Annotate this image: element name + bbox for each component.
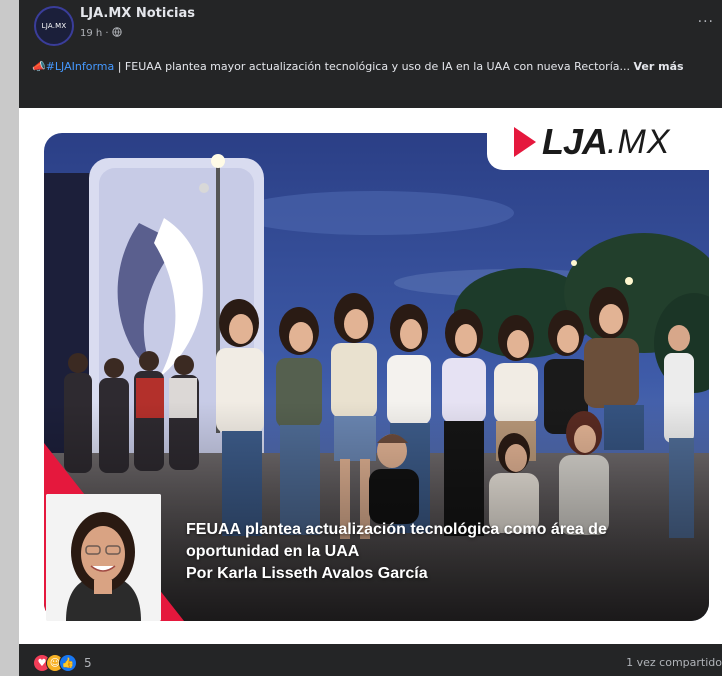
like-reaction-icon: 👍 <box>59 654 77 672</box>
logo-chevron-icon <box>514 127 536 157</box>
lja-logo: LJA .MX <box>514 121 671 162</box>
post-time[interactable]: 19 h <box>80 28 102 39</box>
see-more-link[interactable]: Ver más <box>633 60 683 73</box>
post-header: LJA.MX LJA.MX Noticias 19 h · ··· <box>19 0 722 52</box>
post-body-text: | FEUAA plantea mayor actualización tecn… <box>114 60 630 73</box>
caption-line-2: oportunidad en la UAA <box>186 543 360 560</box>
image-caption: FEUAA plantea actualización tecnológica … <box>186 519 696 585</box>
reactions-summary[interactable]: ♥ ☺ 👍 5 <box>33 654 92 672</box>
page-name-link[interactable]: LJA.MX Noticias <box>80 6 195 21</box>
hashtag-link[interactable]: #LJAInforma <box>46 60 115 73</box>
logo-suffix-text: .MX <box>607 122 671 161</box>
post-footer: ♥ ☺ 👍 5 1 vez compartido <box>19 644 722 676</box>
megaphone-emoji: 📣 <box>32 60 46 73</box>
page-avatar[interactable]: LJA.MX <box>34 6 74 46</box>
post-meta: 19 h · <box>80 27 122 39</box>
author-photo <box>46 494 161 621</box>
post-text: 📣#LJAInforma | FEUAA plantea mayor actua… <box>32 58 702 75</box>
facebook-post-card: LJA.MX LJA.MX Noticias 19 h · ··· 📣#LJAI… <box>19 0 722 676</box>
meta-separator: · <box>102 28 112 39</box>
caption-line-1: FEUAA plantea actualización tecnológica … <box>186 521 607 538</box>
more-options-icon[interactable]: ··· <box>698 14 714 30</box>
globe-icon <box>112 27 122 39</box>
share-count[interactable]: 1 vez compartido <box>626 656 722 669</box>
reaction-count: 5 <box>84 656 92 670</box>
caption-author: Por Karla Lisseth Avalos García <box>186 565 428 582</box>
logo-main-text: LJA <box>542 121 608 162</box>
avatar-label: LJA.MX <box>41 22 67 30</box>
post-image[interactable]: LJA .MX FEUAA plantea actualización tecno… <box>19 108 722 644</box>
